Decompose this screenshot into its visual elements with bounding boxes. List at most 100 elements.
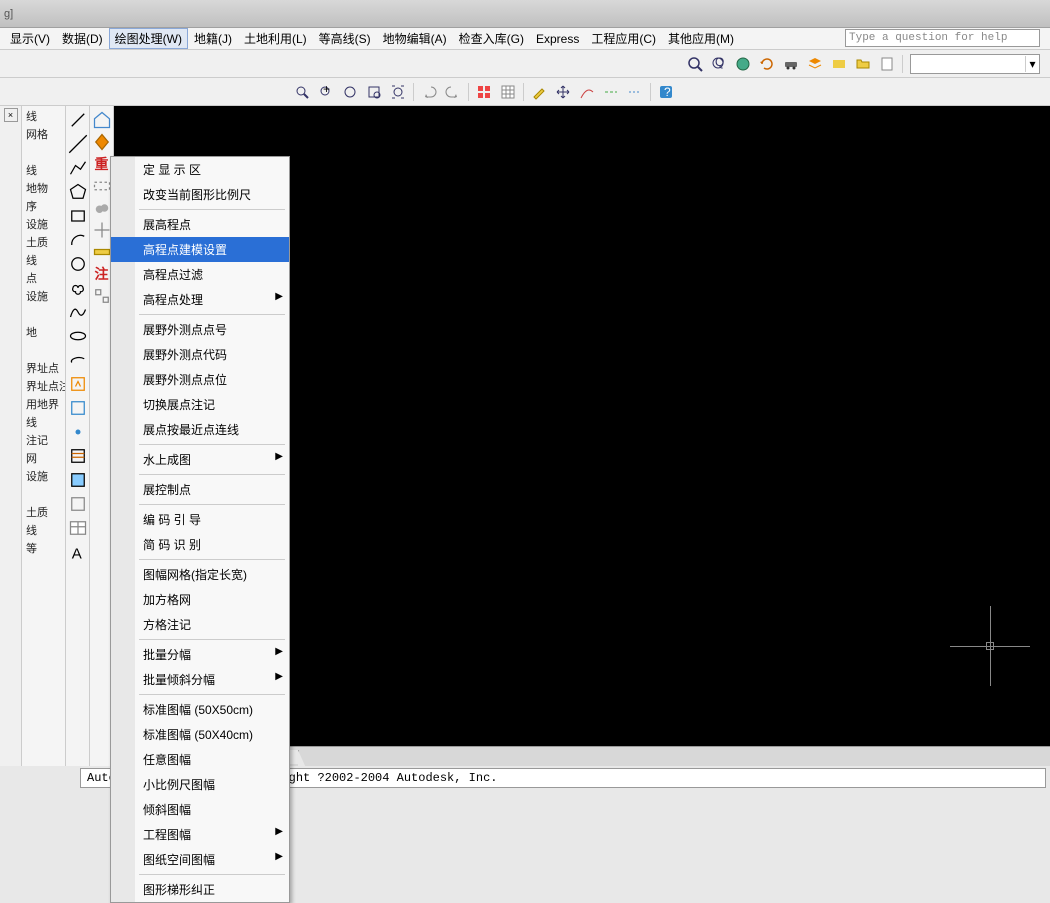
tool-crosshair-icon[interactable]: [92, 220, 112, 240]
dropdown-item[interactable]: 定 显 示 区: [111, 157, 289, 182]
dropdown-item[interactable]: 批量分幅▶: [111, 642, 289, 667]
tree-item[interactable]: 设施: [26, 468, 65, 486]
tree-item[interactable]: 设施: [26, 216, 65, 234]
tool-diamond-icon[interactable]: [92, 132, 112, 152]
pline-tool-icon[interactable]: [68, 158, 88, 178]
pencil-icon[interactable]: [528, 81, 550, 103]
dropdown-item[interactable]: 简 码 识 别: [111, 532, 289, 557]
tree-item[interactable]: 网格: [26, 126, 65, 144]
dropdown-item[interactable]: 方格注记: [111, 612, 289, 637]
toolbar-combo[interactable]: ▾: [910, 54, 1040, 74]
dropdown-item[interactable]: 切换展点注记: [111, 392, 289, 417]
tree-item[interactable]: 界址点: [26, 360, 65, 378]
dropdown-item[interactable]: 高程点过滤: [111, 262, 289, 287]
menu-contour[interactable]: 等高线(S): [313, 28, 377, 49]
redo-icon[interactable]: [442, 81, 464, 103]
zoom-search-icon[interactable]: [291, 81, 313, 103]
ellipse-tool-icon[interactable]: [68, 326, 88, 346]
make-block-icon[interactable]: [68, 398, 88, 418]
dropdown-item[interactable]: 加方格网: [111, 587, 289, 612]
tool-zoom-q-icon[interactable]: Q: [708, 53, 730, 75]
tool-dashed-icon[interactable]: [92, 176, 112, 196]
dropdown-item[interactable]: 展野外测点代码: [111, 342, 289, 367]
tree-item[interactable]: 点: [26, 270, 65, 288]
help-search-input[interactable]: [845, 29, 1040, 47]
menu-other[interactable]: 其他应用(M): [662, 28, 740, 49]
tool-refresh-icon[interactable]: [756, 53, 778, 75]
tool-squares-icon[interactable]: [92, 286, 112, 306]
dropdown-item[interactable]: 水上成图▶: [111, 447, 289, 472]
tree-item[interactable]: 注记: [26, 432, 65, 450]
tree-item[interactable]: 地物: [26, 180, 65, 198]
circle-tool-icon[interactable]: [68, 254, 88, 274]
menu-feature-edit[interactable]: 地物编辑(A): [377, 28, 453, 49]
tree-item[interactable]: 等: [26, 540, 65, 558]
spline-tool-icon[interactable]: [68, 302, 88, 322]
tree-item[interactable]: 网: [26, 450, 65, 468]
dropdown-item[interactable]: 任意图幅: [111, 747, 289, 772]
rect-tool-icon[interactable]: [68, 206, 88, 226]
tool-red2-icon[interactable]: 注: [92, 264, 112, 284]
tree-item[interactable]: 线: [26, 162, 65, 180]
tree-item[interactable]: 线: [26, 252, 65, 270]
tree-item[interactable]: 设施: [26, 288, 65, 306]
tree-item[interactable]: 用地界: [26, 396, 65, 414]
tree-item[interactable]: [26, 144, 65, 162]
table-tool-icon[interactable]: [68, 518, 88, 538]
tree-item[interactable]: 土质: [26, 504, 65, 522]
tree-item[interactable]: 线: [26, 414, 65, 432]
dropdown-item[interactable]: 高程点处理▶: [111, 287, 289, 312]
undo-icon[interactable]: [418, 81, 440, 103]
curve-icon[interactable]: [576, 81, 598, 103]
menu-landuse[interactable]: 土地利用(L): [238, 28, 313, 49]
tool-cloud-icon[interactable]: [92, 198, 112, 218]
menu-engineering[interactable]: 工程应用(C): [585, 28, 662, 49]
menu-draw-process[interactable]: 绘图处理(W): [109, 28, 188, 49]
dropdown-item[interactable]: 图幅网格(指定长宽): [111, 562, 289, 587]
insert-block-icon[interactable]: [68, 374, 88, 394]
dropdown-item[interactable]: 图纸空间图幅▶: [111, 847, 289, 872]
tree-item[interactable]: 线: [26, 522, 65, 540]
menu-express[interactable]: Express: [530, 30, 585, 48]
dropdown-item[interactable]: 编 码 引 导: [111, 507, 289, 532]
tool-car-icon[interactable]: [780, 53, 802, 75]
region-tool-icon[interactable]: [68, 494, 88, 514]
zoom-all-icon[interactable]: [339, 81, 361, 103]
tree-item[interactable]: 界址点注记: [26, 378, 65, 396]
tree-item[interactable]: 序: [26, 198, 65, 216]
zoom-fit-icon[interactable]: [387, 81, 409, 103]
gradient-tool-icon[interactable]: [68, 470, 88, 490]
menu-data[interactable]: 数据(D): [56, 28, 109, 49]
dropdown-item[interactable]: 展高程点: [111, 212, 289, 237]
dropdown-item[interactable]: 图形梯形纠正: [111, 877, 289, 902]
tree-item[interactable]: 线: [26, 108, 65, 126]
tree-item[interactable]: [26, 486, 65, 504]
dropdown-item[interactable]: 高程点建模设置: [111, 237, 289, 262]
dropdown-item[interactable]: 标准图幅 (50X50cm): [111, 697, 289, 722]
dropdown-item[interactable]: 展野外测点点位: [111, 367, 289, 392]
text-tool-icon[interactable]: A: [68, 542, 88, 562]
zoom-window-icon[interactable]: [363, 81, 385, 103]
dash-icon[interactable]: [600, 81, 622, 103]
menu-cadastre[interactable]: 地籍(J): [188, 28, 238, 49]
tree-item[interactable]: [26, 306, 65, 324]
arc-tool-icon[interactable]: [68, 230, 88, 250]
dropdown-item[interactable]: 展点按最近点连线: [111, 417, 289, 442]
dropdown-item[interactable]: 展野外测点点号: [111, 317, 289, 342]
menu-view[interactable]: 显示(V): [4, 28, 56, 49]
ellipse-arc-tool-icon[interactable]: [68, 350, 88, 370]
move-icon[interactable]: [552, 81, 574, 103]
line-tool-icon[interactable]: [68, 110, 88, 130]
xline-tool-icon[interactable]: [68, 134, 88, 154]
dropdown-item[interactable]: 小比例尺图幅: [111, 772, 289, 797]
dropdown-item[interactable]: 展控制点: [111, 477, 289, 502]
dropdown-item[interactable]: 工程图幅▶: [111, 822, 289, 847]
tree-item[interactable]: 地: [26, 324, 65, 342]
tree-item[interactable]: [26, 342, 65, 360]
point-tool-icon[interactable]: [68, 422, 88, 442]
tool-layer-yellow-icon[interactable]: [828, 53, 850, 75]
polygon-tool-icon[interactable]: [68, 182, 88, 202]
tool-layers-icon[interactable]: [804, 53, 826, 75]
tool-folder-icon[interactable]: [852, 53, 874, 75]
tool-ruler-icon[interactable]: [92, 242, 112, 262]
